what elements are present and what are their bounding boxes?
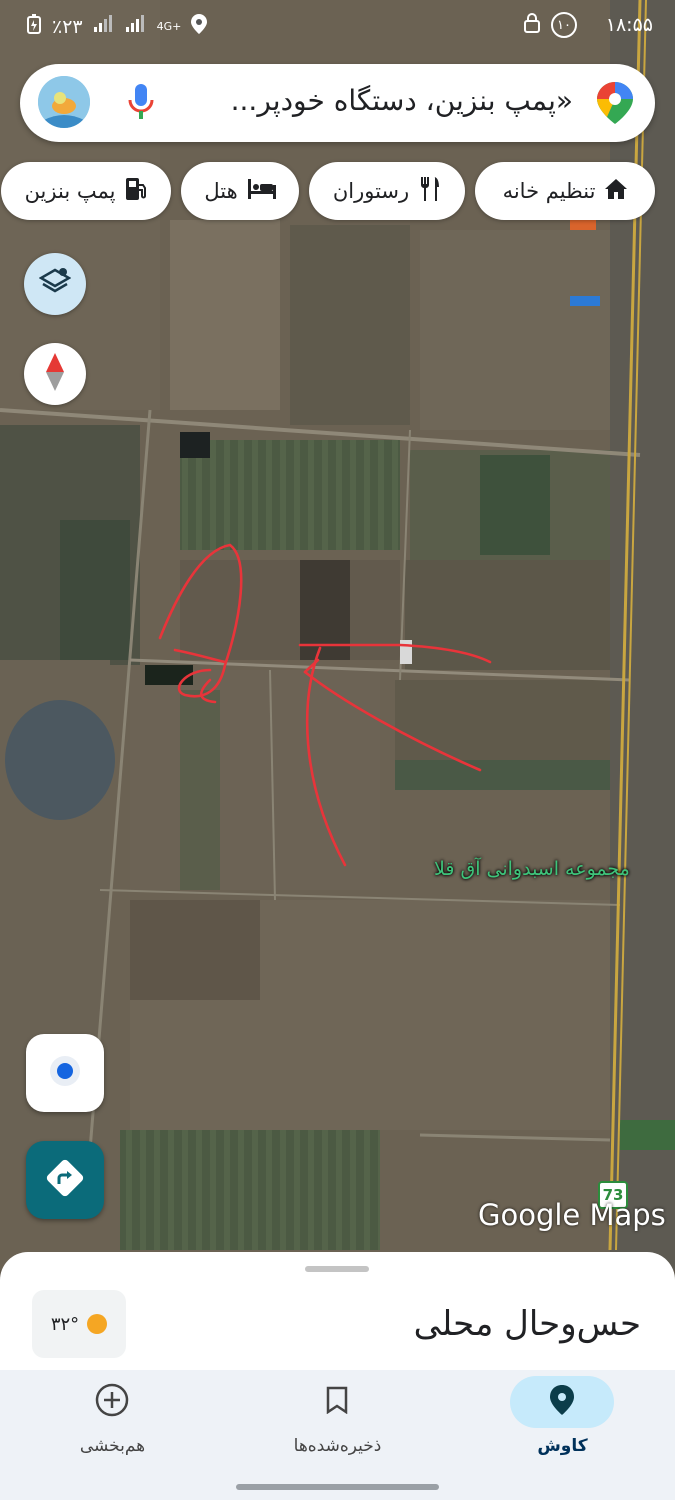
profile-avatar[interactable] <box>38 76 90 128</box>
nav-saved[interactable]: ذخیره‌شده‌ها <box>225 1370 450 1470</box>
chip-label: رستوران <box>332 179 410 203</box>
weather-chip[interactable]: ۳۲° <box>32 1290 126 1358</box>
location-icon <box>191 14 208 39</box>
compass-button[interactable] <box>24 343 86 405</box>
sheet-title: حس‌وحال محلی <box>413 1304 641 1344</box>
signal-icon <box>93 15 115 38</box>
gesture-bar[interactable] <box>236 1484 439 1490</box>
nav-saved-label: ذخیره‌شده‌ها <box>293 1436 382 1456</box>
gas-station-icon <box>125 177 147 206</box>
nav-saved-indicator <box>285 1376 389 1428</box>
add-circle-icon <box>95 1383 129 1421</box>
chip-label: تنظیم خانه <box>502 179 596 203</box>
nav-explore-indicator <box>510 1376 614 1428</box>
chip-label: پمپ بنزین <box>24 179 116 203</box>
nav-explore[interactable]: کاوش <box>450 1370 675 1470</box>
notification-badge: ۱۰ <box>551 12 577 38</box>
search-query[interactable]: «پمپ بنزین، دستگاه خودپر... <box>231 84 573 117</box>
search-bar[interactable]: «پمپ بنزین، دستگاه خودپر... <box>20 64 655 142</box>
directions-button[interactable] <box>26 1141 104 1219</box>
restaurant-icon <box>419 176 441 206</box>
google-maps-watermark: Google Maps <box>478 1198 666 1232</box>
hotel-icon <box>247 178 276 204</box>
status-right: ۱۰ <box>523 12 577 38</box>
my-location-icon <box>47 1053 83 1093</box>
sheet-drag-handle[interactable] <box>305 1266 369 1272</box>
my-location-button[interactable] <box>26 1034 104 1112</box>
layers-icon <box>38 266 72 302</box>
signal-icon-2 <box>125 15 147 38</box>
nav-explore-label: کاوش <box>537 1436 588 1456</box>
nav-contribute-indicator <box>60 1376 164 1428</box>
nav-contribute[interactable]: هم‌بخشی <box>0 1370 225 1470</box>
lock-icon <box>523 12 541 38</box>
network-type: 4G+ <box>156 20 182 33</box>
sun-icon <box>87 1314 108 1334</box>
directions-icon <box>45 1158 85 1202</box>
category-chips: تنظیم خانه رستوران هتل پمپ بنزین <box>0 162 675 220</box>
status-bar: ٪۲۳ 4G+ ۱۰ ۱۸:۵۵ <box>0 0 675 52</box>
explore-pin-icon <box>550 1385 574 1419</box>
layers-button[interactable] <box>24 253 86 315</box>
mic-icon[interactable] <box>126 82 156 126</box>
chip-label: هتل <box>204 179 238 203</box>
place-label[interactable]: مجموعه اسبدوانی آق قلا <box>434 858 630 880</box>
chip-hotel[interactable]: هتل <box>181 162 299 220</box>
chip-home[interactable]: تنظیم خانه <box>475 162 655 220</box>
chip-gas-station[interactable]: پمپ بنزین <box>1 162 171 220</box>
maps-pin-icon <box>597 82 633 128</box>
bookmark-icon <box>326 1386 348 1418</box>
home-icon <box>605 178 628 204</box>
chip-restaurant[interactable]: رستوران <box>309 162 465 220</box>
weather-temperature: ۳۲° <box>50 1313 80 1335</box>
nav-contribute-label: هم‌بخشی <box>79 1436 146 1456</box>
bottom-nav: کاوش ذخیره‌شده‌ها هم‌بخشی <box>0 1370 675 1470</box>
status-left: ٪۲۳ 4G+ <box>26 14 208 39</box>
battery-icon <box>26 14 42 39</box>
compass-icon <box>44 353 66 395</box>
battery-percent: ٪۲۳ <box>52 15 83 38</box>
clock: ۱۸:۵۵ <box>605 14 653 36</box>
